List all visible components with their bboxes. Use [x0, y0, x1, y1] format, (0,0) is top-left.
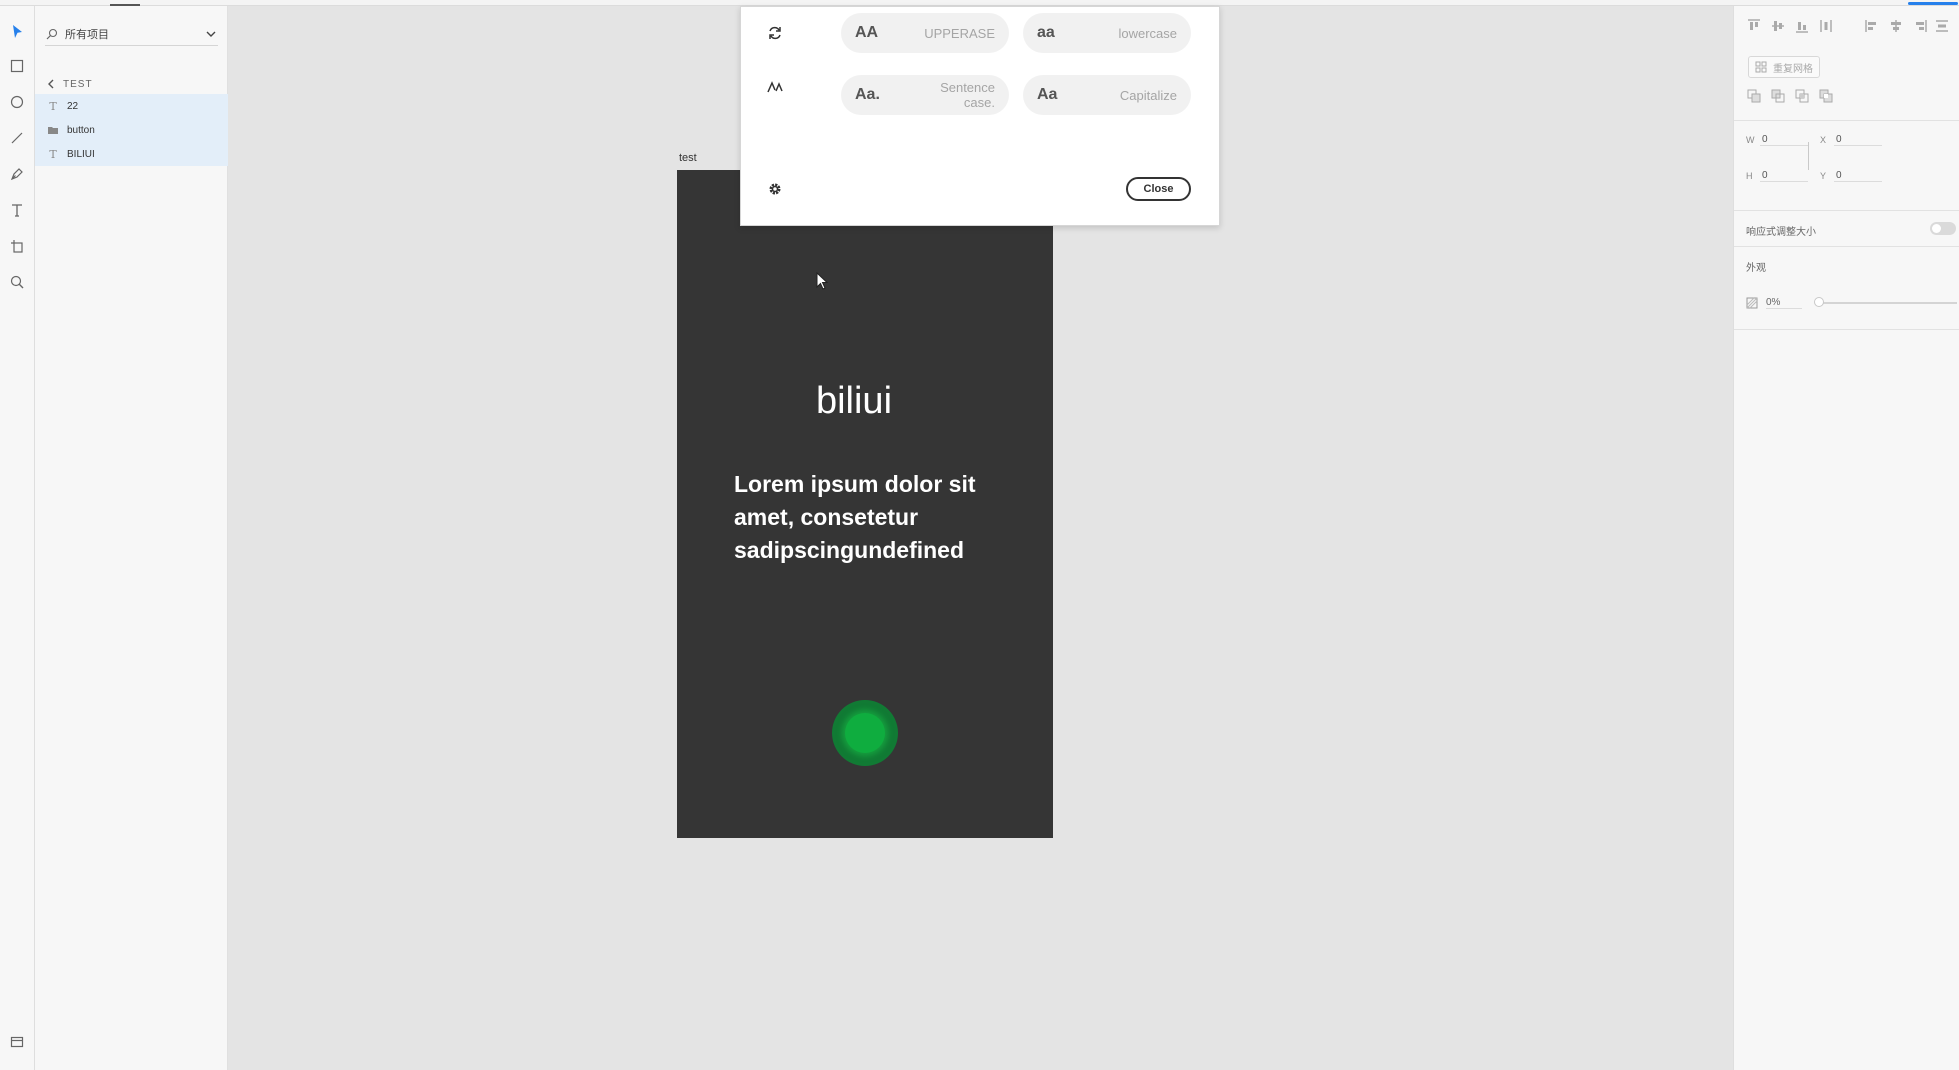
- align-middle-icon[interactable]: [1770, 18, 1786, 34]
- divider: [1734, 120, 1959, 121]
- width-field[interactable]: W 0: [1746, 131, 1808, 149]
- pen-tool-icon[interactable]: [5, 162, 29, 186]
- layer-name: button: [67, 124, 95, 136]
- capitalize-option[interactable]: Aa Capitalize: [1023, 75, 1191, 115]
- height-value[interactable]: 0: [1760, 170, 1808, 182]
- layer-name: BILIUI: [67, 148, 95, 160]
- y-label: Y: [1820, 171, 1827, 181]
- green-circle-button[interactable]: [832, 700, 898, 766]
- opacity-field[interactable]: 0%: [1746, 295, 1802, 311]
- search-filter-label: 所有项目: [65, 28, 109, 41]
- uppercase-option[interactable]: AA UPPERASE: [841, 13, 1009, 53]
- artboard-tool-icon[interactable]: [5, 234, 29, 258]
- layers-panel: 所有项目 TEST T 22 button T BILIUI: [35, 6, 228, 1070]
- align-top-icon[interactable]: [1746, 18, 1762, 34]
- align-bottom-icon[interactable]: [1794, 18, 1810, 34]
- divider: [1734, 210, 1959, 211]
- repeat-grid-icon: [1755, 61, 1767, 73]
- tool-bar: [0, 6, 35, 1070]
- artboard-body-text[interactable]: Lorem ipsum dolor sit amet, consetetur s…: [734, 468, 1014, 567]
- layer-item[interactable]: T 22: [35, 94, 228, 118]
- x-value[interactable]: 0: [1834, 134, 1882, 146]
- case-sample: AA: [855, 24, 879, 41]
- boolean-add-icon[interactable]: [1746, 88, 1762, 104]
- opacity-icon: [1746, 297, 1758, 309]
- appearance-label: 外观: [1746, 263, 1766, 274]
- height-field[interactable]: H 0: [1746, 167, 1808, 185]
- divider: [1734, 246, 1959, 247]
- align-right-icon[interactable]: [1912, 18, 1928, 34]
- artboard-label[interactable]: test: [679, 152, 697, 164]
- boolean-exclude-icon[interactable]: [1818, 88, 1834, 104]
- text-layer-icon: T: [49, 147, 57, 161]
- select-tool-icon[interactable]: [5, 20, 29, 44]
- y-value[interactable]: 0: [1834, 170, 1882, 182]
- case-label: UPPERASE: [924, 25, 995, 41]
- boolean-intersect-icon[interactable]: [1794, 88, 1810, 104]
- rectangle-tool-icon[interactable]: [5, 54, 29, 78]
- layers-panel-icon[interactable]: [5, 1030, 29, 1054]
- group-name: TEST: [63, 78, 93, 90]
- text-layer-icon: T: [49, 99, 57, 113]
- repeat-grid-label: 重复网格: [1773, 63, 1813, 75]
- transform-case-icon: [765, 23, 785, 43]
- repeat-grid-button[interactable]: 重复网格: [1748, 56, 1820, 78]
- green-circle-core: [845, 713, 885, 753]
- chevron-left-icon: [48, 79, 54, 89]
- distribute-horizontal-icon[interactable]: [1934, 18, 1950, 34]
- opacity-slider-thumb[interactable]: [1814, 297, 1824, 307]
- case-sample: Aa: [1037, 86, 1058, 103]
- align-center-icon[interactable]: [1888, 18, 1904, 34]
- case-label: lowercase: [1118, 25, 1177, 41]
- align-left-icon[interactable]: [1864, 18, 1880, 34]
- case-sample: aa: [1037, 24, 1055, 41]
- x-field[interactable]: X 0: [1820, 131, 1882, 149]
- artboard[interactable]: biliui Lorem ipsum dolor sit amet, conse…: [677, 170, 1053, 838]
- responsive-resize-label: 响应式调整大小: [1746, 227, 1816, 238]
- group-breadcrumb[interactable]: TEST: [45, 76, 93, 92]
- layer-search[interactable]: 所有项目: [45, 22, 218, 46]
- artboard-title-text[interactable]: biliui: [677, 380, 1031, 423]
- height-label: H: [1746, 171, 1753, 181]
- sentence-case-option[interactable]: Aa. Sentence case.: [841, 75, 1009, 115]
- folder-icon: [47, 124, 59, 136]
- chevron-down-icon[interactable]: [204, 27, 218, 41]
- y-field[interactable]: Y 0: [1820, 167, 1882, 185]
- distribute-vertical-icon[interactable]: [1818, 18, 1834, 34]
- aspect-lock-icon[interactable]: [1808, 142, 1809, 170]
- ellipse-tool-icon[interactable]: [5, 90, 29, 114]
- layer-name: 22: [67, 100, 79, 112]
- layer-item[interactable]: button: [35, 118, 228, 142]
- opacity-value[interactable]: 0%: [1766, 297, 1802, 309]
- text-case-dialog: AA UPPERASE aa lowercase Aa. Sentence ca…: [740, 6, 1220, 226]
- case-sample: Aa.: [855, 86, 880, 103]
- opacity-slider-track[interactable]: [1817, 302, 1957, 304]
- x-label: X: [1820, 135, 1827, 145]
- line-tool-icon[interactable]: [5, 126, 29, 150]
- zoom-tool-icon[interactable]: [5, 270, 29, 294]
- font-style-icon: [765, 77, 785, 97]
- case-label: Sentence case.: [940, 80, 995, 110]
- search-icon: [46, 28, 58, 39]
- case-label: Capitalize: [1119, 87, 1177, 103]
- lowercase-option[interactable]: aa lowercase: [1023, 13, 1191, 53]
- divider: [1734, 329, 1959, 330]
- share-button-edge[interactable]: [1908, 2, 1958, 5]
- text-tool-icon[interactable]: [5, 198, 29, 222]
- gear-icon[interactable]: [765, 179, 785, 199]
- mouse-cursor-icon: [816, 272, 829, 290]
- boolean-subtract-icon[interactable]: [1770, 88, 1786, 104]
- width-label: W: [1746, 135, 1755, 145]
- layer-item[interactable]: T BILIUI: [35, 142, 228, 166]
- properties-panel: 重复网格 W 0 X 0 H 0 Y 0 响应式调整大小 外观 0%: [1733, 6, 1959, 1070]
- width-value[interactable]: 0: [1760, 134, 1808, 146]
- responsive-resize-toggle[interactable]: [1930, 222, 1956, 235]
- close-button[interactable]: Close: [1126, 177, 1191, 201]
